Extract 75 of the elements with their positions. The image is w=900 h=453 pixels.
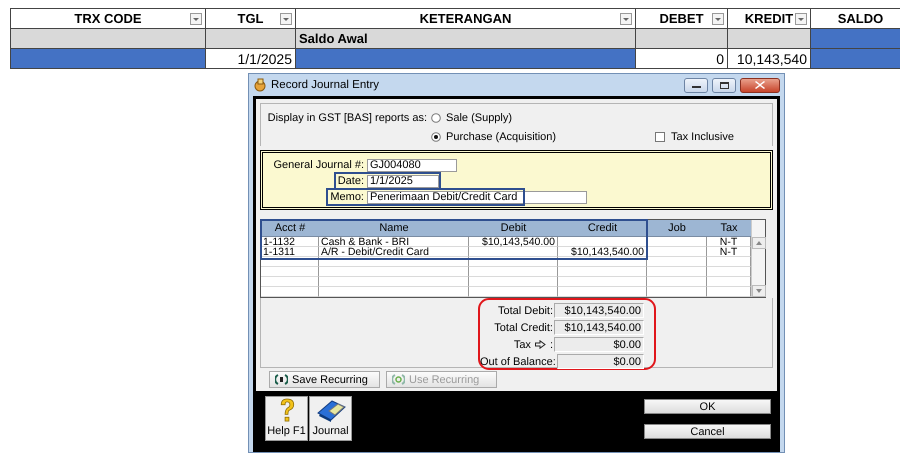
- filter-dropdown-icon[interactable]: [620, 13, 632, 25]
- column-header: TRX CODE: [11, 9, 206, 29]
- total-value: $0.00: [554, 337, 644, 352]
- total-label: Tax: [514, 338, 531, 351]
- minimize-button[interactable]: [684, 78, 708, 92]
- field-label: General Journal #:: [274, 159, 364, 171]
- total-label: Total Credit:: [494, 322, 553, 334]
- table-cell: 0: [636, 49, 728, 69]
- empty-cell: [261, 257, 319, 268]
- maximize-button[interactable]: [712, 78, 736, 92]
- total-value: $0.00: [556, 354, 644, 370]
- input-field[interactable]: GJ004080: [367, 158, 457, 172]
- radio-label[interactable]: Purchase (Acquisition): [446, 130, 556, 142]
- empty-cell: [647, 237, 707, 248]
- maximize-icon: [720, 82, 728, 88]
- total-label: Total Debit:: [498, 304, 553, 317]
- table-cell: A/R - Debit/Credit Card: [319, 247, 469, 258]
- scrollbar[interactable]: [751, 220, 765, 298]
- checkbox[interactable]: [655, 132, 665, 142]
- column-header: Debit: [469, 220, 558, 238]
- gst-label: Display in GST [BAS] reports as:: [268, 112, 428, 124]
- scroll-up-icon[interactable]: [752, 237, 766, 250]
- empty-cell: [647, 287, 707, 298]
- table-cell: $10,143,540.00: [469, 237, 558, 248]
- column-header: Tax: [707, 220, 751, 238]
- empty-cell: [647, 267, 707, 278]
- column-header: Acct #: [261, 220, 319, 238]
- table-cell: Saldo Awal: [296, 29, 636, 49]
- total-label: Out of Balance:: [480, 356, 556, 368]
- column-header: KETERANGAN: [296, 9, 636, 29]
- filter-dropdown-icon[interactable]: [795, 13, 807, 25]
- cancel-button[interactable]: Cancel: [644, 424, 771, 439]
- column-header: Name: [319, 220, 469, 238]
- close-icon: [755, 81, 765, 89]
- empty-cell: [261, 277, 319, 288]
- close-button[interactable]: [740, 78, 780, 92]
- column-header: TGL: [206, 9, 296, 29]
- window-title: Record Journal Entry: [271, 79, 380, 91]
- column-header: Credit: [558, 220, 647, 238]
- input-field[interactable]: Penerimaan Debit/Credit Card: [367, 190, 587, 204]
- table-cell: $10,143,540.00: [558, 247, 647, 258]
- empty-cell: [647, 277, 707, 288]
- table-cell: Cash & Bank - BRI: [319, 237, 469, 248]
- filter-dropdown-icon[interactable]: [712, 13, 724, 25]
- input-field[interactable]: 1/1/2025: [367, 174, 439, 188]
- table-cell: 1-1311: [261, 247, 319, 258]
- empty-cell: [261, 287, 319, 298]
- radio-button[interactable]: [431, 112, 441, 122]
- colon-text: :: [550, 338, 553, 351]
- column-header: DEBET: [636, 9, 728, 29]
- column-header: KREDIT: [728, 9, 811, 29]
- scroll-down-icon[interactable]: [752, 285, 766, 298]
- checkbox-label[interactable]: Tax Inclusive: [671, 130, 734, 142]
- arrow-icon[interactable]: [534, 340, 546, 350]
- field-label: Memo:: [330, 191, 364, 203]
- app-icon: [253, 78, 267, 92]
- empty-cell: [647, 257, 707, 268]
- total-value: $10,143,540.00: [554, 320, 644, 336]
- table-cell: 1-1132: [261, 237, 319, 248]
- journal-button[interactable]: Journal: [309, 396, 352, 441]
- journal-book-icon: [316, 399, 346, 423]
- ok-button[interactable]: OK: [644, 399, 771, 414]
- recurring-icon: [392, 374, 405, 385]
- column-header: Job: [647, 220, 707, 238]
- empty-cell: [261, 267, 319, 278]
- filter-dropdown-icon[interactable]: [280, 13, 292, 25]
- empty-cell: [647, 247, 707, 258]
- filter-dropdown-icon[interactable]: [190, 13, 202, 25]
- total-value: $10,143,540.00: [554, 303, 644, 318]
- radio-label[interactable]: Sale (Supply): [446, 112, 512, 124]
- recurring-button[interactable]: Save Recurring: [269, 371, 380, 388]
- radio-button[interactable]: [431, 132, 441, 142]
- recurring-icon: [275, 374, 288, 385]
- field-label: Date:: [338, 175, 364, 187]
- help-button[interactable]: Help F1: [265, 396, 308, 441]
